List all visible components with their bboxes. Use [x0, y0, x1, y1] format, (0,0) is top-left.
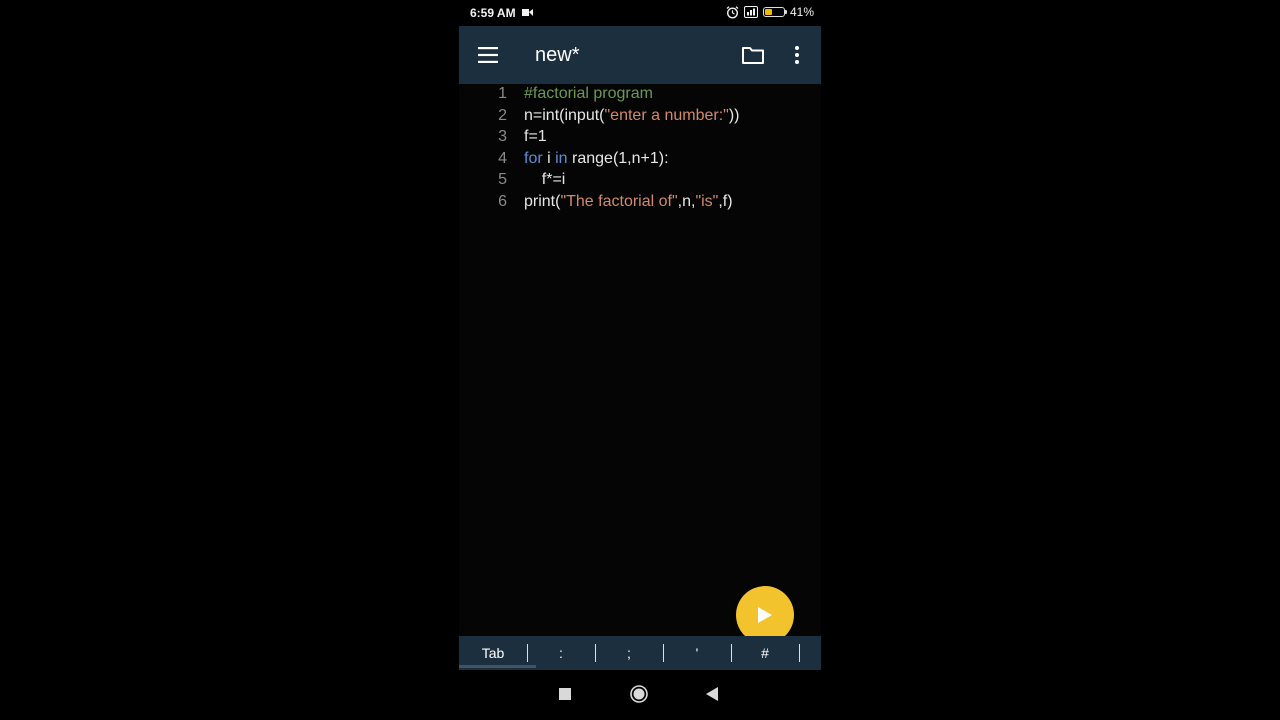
line-number: 6 [498, 192, 507, 210]
line-number: 1 [498, 85, 507, 102]
battery-fill [764, 9, 772, 15]
line-number: 4 [498, 149, 507, 167]
code-token-string: "The factorial of" [560, 192, 678, 210]
code-editor[interactable]: 1 #factorial program 2 n=int(input("enter a… [459, 84, 821, 636]
code-token-plain: print( [524, 192, 561, 210]
line-code: print("The factorial of",n,"is",f) [524, 193, 733, 211]
alarm-icon [726, 5, 739, 19]
play-icon [758, 607, 772, 623]
app-bar: new* [459, 26, 821, 84]
symbol-key[interactable]: : [527, 636, 595, 670]
back-triangle-icon[interactable] [706, 687, 719, 701]
line-code: f=1 [524, 128, 547, 146]
symbol-key[interactable]: # [731, 636, 799, 670]
code-token-string: "enter a number:" [604, 106, 729, 124]
code-line[interactable]: 1 #factorial program [459, 85, 821, 106]
status-time: 6:59 AM [470, 6, 516, 20]
menu-icon[interactable] [477, 44, 499, 66]
code-token-plain: )) [728, 106, 740, 124]
code-line[interactable]: 2 n=int(input("enter a number:")) [459, 107, 821, 128]
code-token-plain: ,f) [718, 192, 733, 210]
code-token-plain: f=1 [524, 128, 547, 145]
line-code: #factorial program [524, 85, 653, 103]
file-title: new* [535, 44, 580, 66]
symbol-bar-scroll-indicator [459, 665, 536, 668]
code-token-plain: f*=i [524, 171, 566, 188]
folder-icon[interactable] [741, 44, 765, 66]
line-number: 2 [498, 106, 507, 124]
circle-icon[interactable] [630, 685, 648, 703]
symbol-key[interactable]: ' [663, 636, 731, 670]
line-number: 3 [498, 128, 507, 145]
navigation-bar [459, 670, 821, 720]
symbol-key[interactable]: ; [595, 636, 663, 670]
code-token-keyword: for [524, 149, 543, 167]
phone-screen: 6:59 AM 41% new* 1 #factorial program 2 … [459, 0, 821, 720]
code-token-plain: ,n, [677, 192, 696, 210]
line-code: n=int(input("enter a number:")) [524, 107, 739, 125]
status-right: 41% [726, 5, 814, 19]
video-camera-icon [522, 9, 533, 16]
battery-percent: 41% [789, 5, 814, 19]
code-line[interactable]: 4 for i in range(1,n+1): [459, 150, 821, 171]
line-number: 5 [498, 171, 507, 188]
code-line[interactable]: 6 print("The factorial of",n,"is",f) [459, 193, 821, 214]
signal-icon [743, 6, 758, 18]
code-token-string: "is" [695, 192, 719, 210]
status-bar: 6:59 AM 41% [459, 0, 821, 26]
battery-icon [762, 7, 787, 17]
code-line[interactable]: 5 f*=i [459, 171, 821, 192]
code-token-comment: #factorial program [524, 85, 653, 102]
more-vert-icon[interactable] [789, 44, 805, 66]
code-token-plain: range(1,n+1): [567, 149, 669, 167]
line-code: f*=i [524, 171, 566, 189]
code-token-plain: n=int(input( [524, 106, 605, 124]
code-token-plain: i [542, 149, 556, 167]
square-icon[interactable] [559, 688, 571, 700]
code-token-keyword: in [555, 149, 568, 167]
line-code: for i in range(1,n+1): [524, 150, 669, 168]
symbol-separator [799, 644, 800, 662]
code-line[interactable]: 3 f=1 [459, 128, 821, 149]
